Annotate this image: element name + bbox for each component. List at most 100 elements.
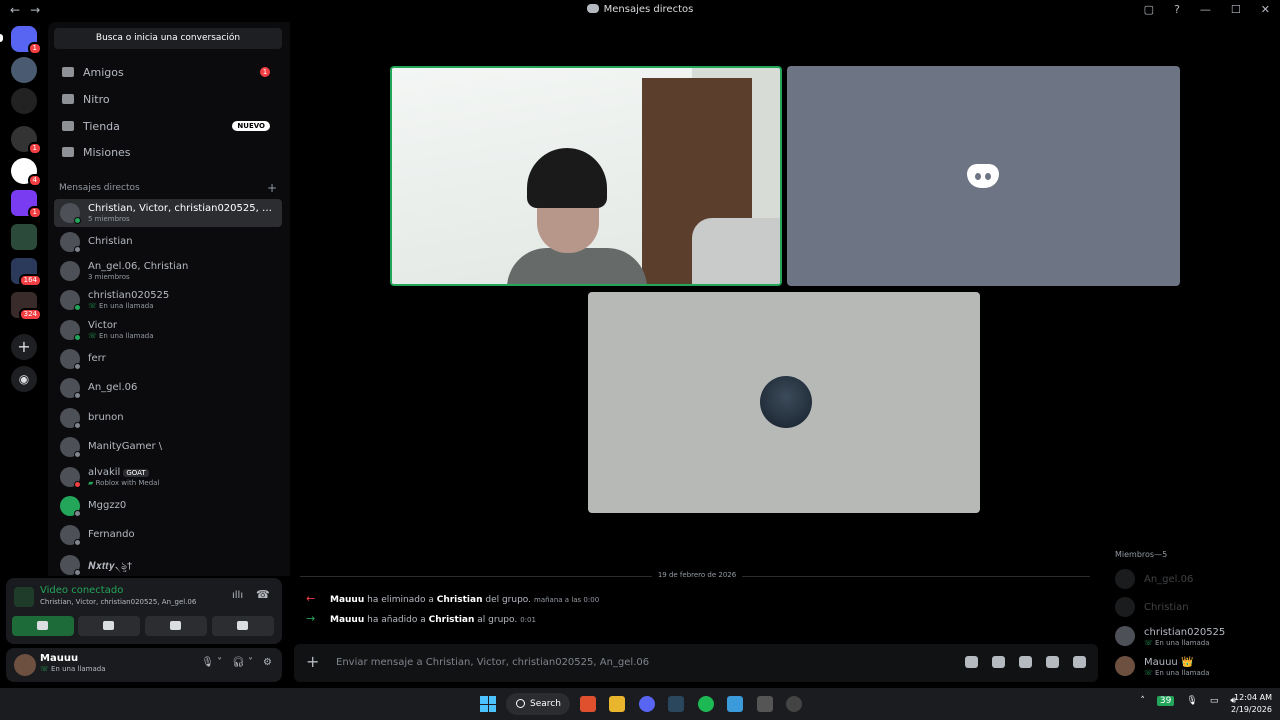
search-conversation-button[interactable]: Busca o inicia una conversación	[54, 28, 282, 49]
avatar	[60, 261, 80, 281]
participant-avatar	[760, 376, 812, 428]
windows-taskbar: Search ˄ 39 🎙︎ ▭ 🔊︎ 12:04 AM 2/19/2026	[0, 688, 1280, 720]
brave-icon[interactable]	[580, 696, 596, 712]
minimize-icon[interactable]: —	[1200, 3, 1211, 16]
server-icon-tc[interactable]: 4	[11, 158, 42, 187]
server-icon-1[interactable]	[11, 57, 37, 83]
status-dot	[74, 539, 81, 546]
title-bar: ← → Mensajes directos ▢ ? — ☐ ✕	[0, 0, 1280, 22]
dm-item-group-2[interactable]: An_gel.06, Christian 3 miembros	[54, 257, 282, 285]
gift-icon[interactable]	[965, 656, 978, 668]
voice-channel-link[interactable]: Christian, Victor, christian020525, An_g…	[40, 598, 196, 606]
sticker-icon[interactable]	[1019, 656, 1032, 668]
video-tile-avatar[interactable]	[588, 292, 980, 513]
dm-item-alvakil[interactable]: alvakil GOAT ▰ Roblox with Medal	[54, 463, 282, 491]
system-tray: ˄ 39 🎙︎ ▭ 🔊︎	[1140, 696, 1236, 706]
microphone-icon[interactable]: 🎙︎ ˅	[201, 657, 222, 668]
disconnect-icon[interactable]: ☎	[256, 588, 270, 601]
nav-nitro[interactable]: Nitro	[54, 86, 282, 112]
create-dm-plus-icon[interactable]: +	[267, 181, 277, 195]
user-avatar[interactable]	[14, 654, 36, 676]
dm-item-mggzz0[interactable]: Mggzz0	[54, 492, 282, 520]
activities-button[interactable]	[145, 616, 207, 636]
dm-item-angel[interactable]: An_gel.06	[54, 374, 282, 402]
server-icon-hourglass[interactable]	[11, 88, 37, 114]
discord-taskbar-icon[interactable]	[639, 696, 655, 712]
app-tool-icon[interactable]	[757, 696, 773, 712]
steam-icon[interactable]	[668, 696, 684, 712]
dm-item-fernando[interactable]: Fernando	[54, 521, 282, 549]
dm-item-nxtty[interactable]: 𝑵𝒙𝒕𝒕𝒚৲ৡ†	[54, 551, 282, 579]
tray-app-badge[interactable]: 39	[1156, 696, 1175, 706]
help-icon[interactable]: ?	[1174, 3, 1180, 16]
voice-status-panel: Video conectado Christian, Victor, chris…	[6, 578, 282, 644]
server-icon-3[interactable]: 1	[11, 126, 42, 155]
headphones-icon[interactable]: 🎧︎ ˅	[232, 657, 253, 668]
gif-icon[interactable]	[992, 656, 1005, 668]
screen-share-button[interactable]	[78, 616, 140, 636]
video-tile-no-video[interactable]	[787, 66, 1180, 286]
message-composer[interactable]: + Enviar mensaje a Christian, Victor, ch…	[294, 644, 1098, 682]
phone-icon: ☏	[88, 332, 97, 340]
phone-icon: ☏	[1144, 669, 1153, 677]
clock[interactable]: 12:04 AM 2/19/2026	[1231, 692, 1272, 716]
maximize-icon[interactable]: ☐	[1231, 3, 1241, 16]
status-dot	[74, 304, 81, 311]
emoji-icon[interactable]	[1046, 656, 1059, 668]
taskbar-search[interactable]: Search	[506, 693, 570, 715]
nav-shop[interactable]: Tienda NUEVO	[54, 113, 282, 139]
add-server-icon[interactable]: +	[11, 334, 37, 360]
camera-person	[507, 148, 647, 284]
dm-sidebar: Busca o inicia una conversación Amigos 1 …	[48, 22, 290, 576]
activities-icon	[170, 621, 181, 630]
status-dot	[74, 451, 81, 458]
dm-item-victor[interactable]: Victor ☏ En una llamada	[54, 316, 282, 344]
nav-quests[interactable]: Misiones	[54, 139, 282, 165]
display-tray-icon[interactable]: ▭	[1210, 696, 1219, 706]
chat-area: 19 de febrero de 2026 ← Mauuu ha eliminad…	[290, 556, 1104, 690]
dm-item-group-1[interactable]: Christian, Victor, christian020525, An_.…	[54, 199, 282, 227]
discord-logo-icon	[967, 164, 999, 188]
dm-item-manitygamer[interactable]: ManityGamer \	[54, 433, 282, 461]
noise-suppression-icon[interactable]: ıllı	[232, 590, 243, 601]
nav-friends[interactable]: Amigos 1	[54, 59, 282, 85]
soundboard-button[interactable]	[212, 616, 274, 636]
video-tile-camera[interactable]	[390, 66, 782, 286]
attach-plus-icon[interactable]: +	[306, 652, 319, 671]
game-icon: ▰	[88, 479, 94, 487]
spotify-icon[interactable]	[698, 696, 714, 712]
server-folder-1[interactable]	[11, 224, 37, 250]
message-input[interactable]: Enviar mensaje a Christian, Victor, chri…	[336, 657, 649, 668]
settings-gear-icon[interactable]: ⚙	[263, 657, 272, 668]
inbox-icon[interactable]: ▢	[1144, 3, 1154, 16]
home-discord-icon[interactable]: 1	[11, 26, 42, 55]
dm-item-ferr[interactable]: ferr	[54, 345, 282, 373]
member-item[interactable]: Christian	[1115, 595, 1275, 619]
start-windows-icon[interactable]	[480, 696, 496, 712]
dm-item-christian[interactable]: Christian	[54, 228, 282, 256]
apps-icon[interactable]	[1073, 656, 1086, 668]
app-window-icon[interactable]	[727, 696, 743, 712]
member-item[interactable]: christian020525 ☏ En una llamada	[1115, 624, 1275, 648]
file-explorer-icon[interactable]	[609, 696, 625, 712]
member-list: Miembros—5 An_gel.06 Christian christian…	[1104, 548, 1280, 688]
member-item[interactable]: Mauuu 👑 ☏ En una llamada	[1115, 654, 1275, 678]
close-icon[interactable]: ✕	[1261, 3, 1270, 16]
app-chrome-like-icon[interactable]	[786, 696, 802, 712]
server-folder-2[interactable]: 164	[11, 258, 42, 287]
server-icon-purple[interactable]: 1	[11, 190, 42, 219]
dm-item-christian020525[interactable]: christian020525 ☏ En una llamada	[54, 286, 282, 314]
member-item[interactable]: An_gel.06	[1115, 567, 1275, 591]
avatar	[1115, 569, 1135, 589]
signal-icon[interactable]	[14, 587, 34, 607]
friends-icon	[62, 67, 74, 77]
server-folder-3[interactable]: 324	[11, 292, 42, 321]
right-arrow-icon: →	[306, 612, 316, 625]
status-dot	[74, 481, 81, 488]
camera-button[interactable]	[12, 616, 74, 636]
dm-item-brunon[interactable]: brunon	[54, 404, 282, 432]
discover-compass-icon[interactable]: ◉	[11, 366, 37, 392]
status-dot	[74, 510, 81, 517]
tray-chevron-icon[interactable]: ˄	[1140, 696, 1145, 706]
mic-tray-icon[interactable]: 🎙︎	[1186, 696, 1197, 706]
